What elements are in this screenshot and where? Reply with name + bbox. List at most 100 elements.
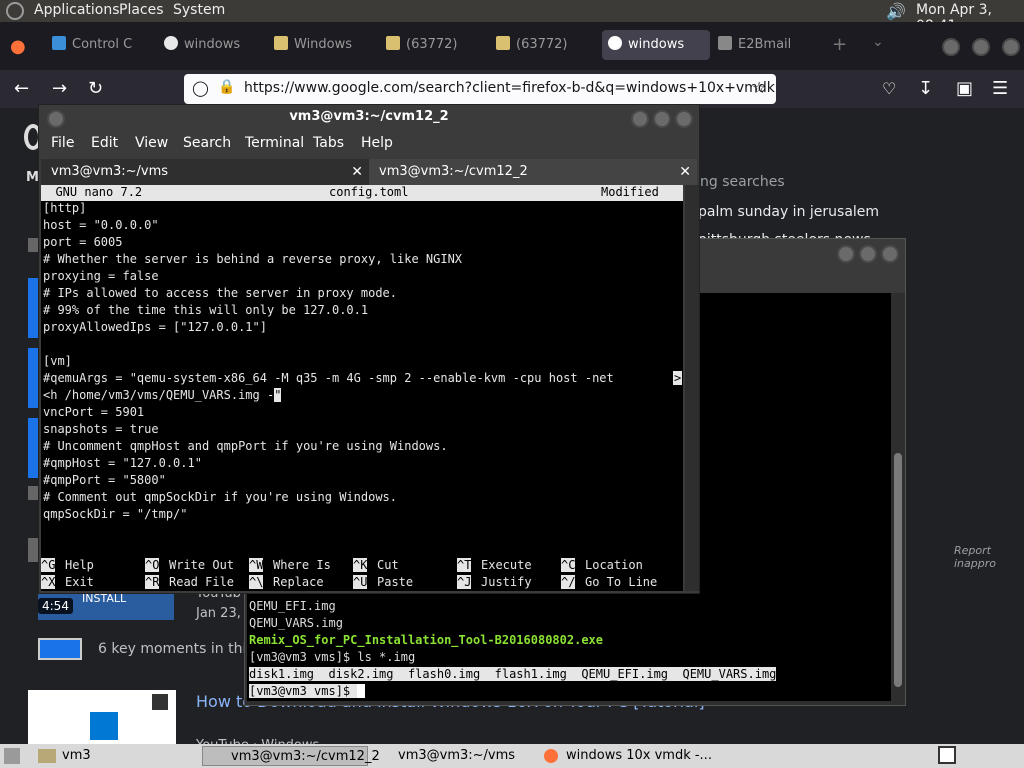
back-icon[interactable]: ←	[14, 78, 29, 99]
url-bar[interactable]: ◯ 🔒 https://www.google.com/search?client…	[184, 74, 776, 104]
volume-icon[interactable]: 🔊	[886, 2, 906, 21]
related-search-1[interactable]: palm sunday in jerusalem	[698, 204, 879, 220]
gnome-logo-icon[interactable]	[6, 2, 24, 20]
menu-applications[interactable]: Applications	[34, 2, 120, 18]
tab-label: windows	[628, 37, 685, 52]
reload-icon[interactable]: ↻	[88, 78, 103, 99]
shortcut-help[interactable]: Help	[65, 558, 94, 572]
terminal-window-cvm12[interactable]: vm3@vm3:~/cvm12_2 File Edit View Search …	[38, 104, 700, 594]
extensions-icon[interactable]: ▣	[956, 78, 973, 99]
tab-close-icon[interactable]: ✕	[679, 159, 691, 185]
taskbar-item-cvm12[interactable]: vm3@vm3:~/cvm12_2	[202, 746, 380, 766]
nano-modified-flag: Modified	[601, 185, 659, 199]
menu-edit[interactable]: Edit	[91, 135, 118, 151]
tab-close-icon[interactable]: ✕	[351, 159, 363, 185]
video-duration: 4:54	[38, 598, 73, 614]
url-text[interactable]: https://www.google.com/search?client=fir…	[244, 80, 775, 96]
expand-icon[interactable]	[152, 694, 168, 710]
nano-version: GNU nano 7.2	[41, 185, 143, 199]
terminal-menubar: File Edit View Search Terminal Tabs Help	[39, 131, 699, 159]
pocket-icon[interactable]: ♡	[882, 79, 896, 98]
shortcut-key: ^U	[353, 575, 368, 589]
firefox-tab-3[interactable]: Windows	[274, 30, 374, 60]
minimize-icon[interactable]	[942, 38, 960, 56]
menu-terminal[interactable]: Terminal	[245, 135, 304, 151]
close-icon[interactable]	[881, 245, 899, 263]
maximize-icon[interactable]	[653, 110, 671, 128]
menu-view[interactable]: View	[135, 135, 168, 151]
key-moments-thumb[interactable]	[38, 638, 82, 660]
line-overflow-marker: >	[673, 371, 683, 385]
firefox-tab-5[interactable]: (63772)	[496, 30, 596, 60]
tab-label: vm3@vm3:~/cvm12_2	[379, 164, 528, 179]
firefox-tab-4[interactable]: (63772)	[386, 30, 486, 60]
taskbar-item-firefox[interactable]: windows 10x vmdk -...	[566, 746, 712, 766]
shortcut-write-out[interactable]: Write Out	[169, 558, 234, 572]
workspace-switcher-icon[interactable]	[938, 746, 956, 764]
taskbar-item-vms[interactable]: vm3@vm3:~/vms	[372, 746, 532, 766]
hamburger-menu-icon[interactable]: ☰	[992, 78, 1008, 99]
bookmark-icon	[718, 36, 732, 50]
maximize-icon[interactable]	[859, 245, 877, 263]
ba-icon	[274, 36, 288, 50]
new-tab-icon[interactable]: +	[832, 34, 847, 55]
scrollbar-thumb[interactable]	[894, 453, 902, 687]
lock-icon[interactable]: 🔒	[218, 79, 235, 95]
key-moments-label[interactable]: 6 key moments in this v	[98, 641, 266, 657]
menu-search[interactable]: Search	[183, 135, 231, 151]
menu-tabs[interactable]: Tabs	[313, 135, 344, 151]
shortcut-key: ^/	[561, 575, 576, 589]
firefox-tab-2[interactable]: windows	[164, 30, 264, 60]
ls-output-highlight: disk1.img disk2.img flash0.img flash1.im…	[249, 667, 777, 681]
firefox-icon[interactable]: ●	[10, 36, 26, 57]
shortcut-cut[interactable]: Cut	[377, 558, 399, 572]
firefox-tab-1[interactable]: Control C	[52, 30, 152, 60]
list-tabs-icon[interactable]: ⌄	[872, 34, 884, 50]
report-inappropriate-link[interactable]: Report inappro	[954, 544, 1024, 570]
shortcut-justify[interactable]: Justify	[481, 575, 532, 589]
menu-system[interactable]: System	[173, 2, 225, 18]
google-icon	[164, 36, 178, 50]
taskbar-item-vm3[interactable]: vm3	[62, 746, 91, 766]
shortcut-where-is[interactable]: Where Is	[273, 558, 331, 572]
bottom-taskbar: vm3 vm3@vm3:~/cvm12_2 vm3@vm3:~/vms wind…	[0, 744, 1024, 768]
terminal-title[interactable]: vm3@vm3:~/cvm12_2	[39, 105, 699, 131]
shortcut-key: ^R	[145, 575, 160, 589]
shortcut-location[interactable]: Location	[585, 558, 643, 572]
tab-cvm12[interactable]: vm3@vm3:~/cvm12_2 ✕	[369, 159, 697, 185]
top-panel: Applications Places System 🔊 Mon Apr 3, …	[0, 0, 1024, 34]
nano-line-continued: <h /home/vm3/vms/QEMU_VARS.img -	[43, 388, 275, 402]
shortcut-go-to-line[interactable]: Go To Line	[585, 575, 657, 589]
nano-line: #qmpPort = "5800"	[43, 473, 166, 487]
nano-line: #qemuArgs = "qemu-system-x86_64 -M q35 -…	[43, 371, 614, 385]
firefox-tab-7[interactable]: E2Bmail	[718, 30, 818, 60]
bookmark-star-icon[interactable]: ☆	[752, 78, 766, 97]
shortcut-paste[interactable]: Paste	[377, 575, 413, 589]
shortcut-replace[interactable]: Replace	[273, 575, 324, 589]
menu-file[interactable]: File	[51, 135, 74, 151]
show-desktop-icon[interactable]	[4, 748, 20, 764]
menu-help[interactable]: Help	[361, 135, 393, 151]
result-video-thumbnail[interactable]	[28, 690, 176, 744]
menu-places[interactable]: Places	[119, 2, 164, 18]
firefox-tab-6-active[interactable]: windows	[602, 30, 710, 60]
shortcut-read-file[interactable]: Read File	[169, 575, 234, 589]
close-icon[interactable]	[1002, 38, 1020, 56]
shortcut-execute[interactable]: Execute	[481, 558, 532, 572]
shield-icon[interactable]: ◯	[192, 79, 209, 97]
result-thumb-fragment	[28, 278, 38, 338]
terminal-cvm12-scrollbar[interactable]	[685, 185, 699, 591]
forward-icon[interactable]: →	[52, 78, 67, 99]
minimize-icon[interactable]	[837, 245, 855, 263]
maximize-icon[interactable]	[972, 38, 990, 56]
window-menu-icon[interactable]	[47, 110, 65, 128]
terminal-vms-scrollbar[interactable]	[891, 293, 905, 703]
nano-line: port = 6005	[43, 235, 123, 249]
nano-editor[interactable]: GNU nano 7.2 config.toml Modified [http]…	[41, 185, 683, 591]
minimize-icon[interactable]	[631, 110, 649, 128]
downloads-icon[interactable]: ↧	[918, 78, 933, 99]
shortcut-exit[interactable]: Exit	[65, 575, 94, 589]
tab-label: E2Bmail	[738, 37, 792, 52]
tab-vms[interactable]: vm3@vm3:~/vms ✕	[41, 159, 369, 185]
close-icon[interactable]	[675, 110, 693, 128]
